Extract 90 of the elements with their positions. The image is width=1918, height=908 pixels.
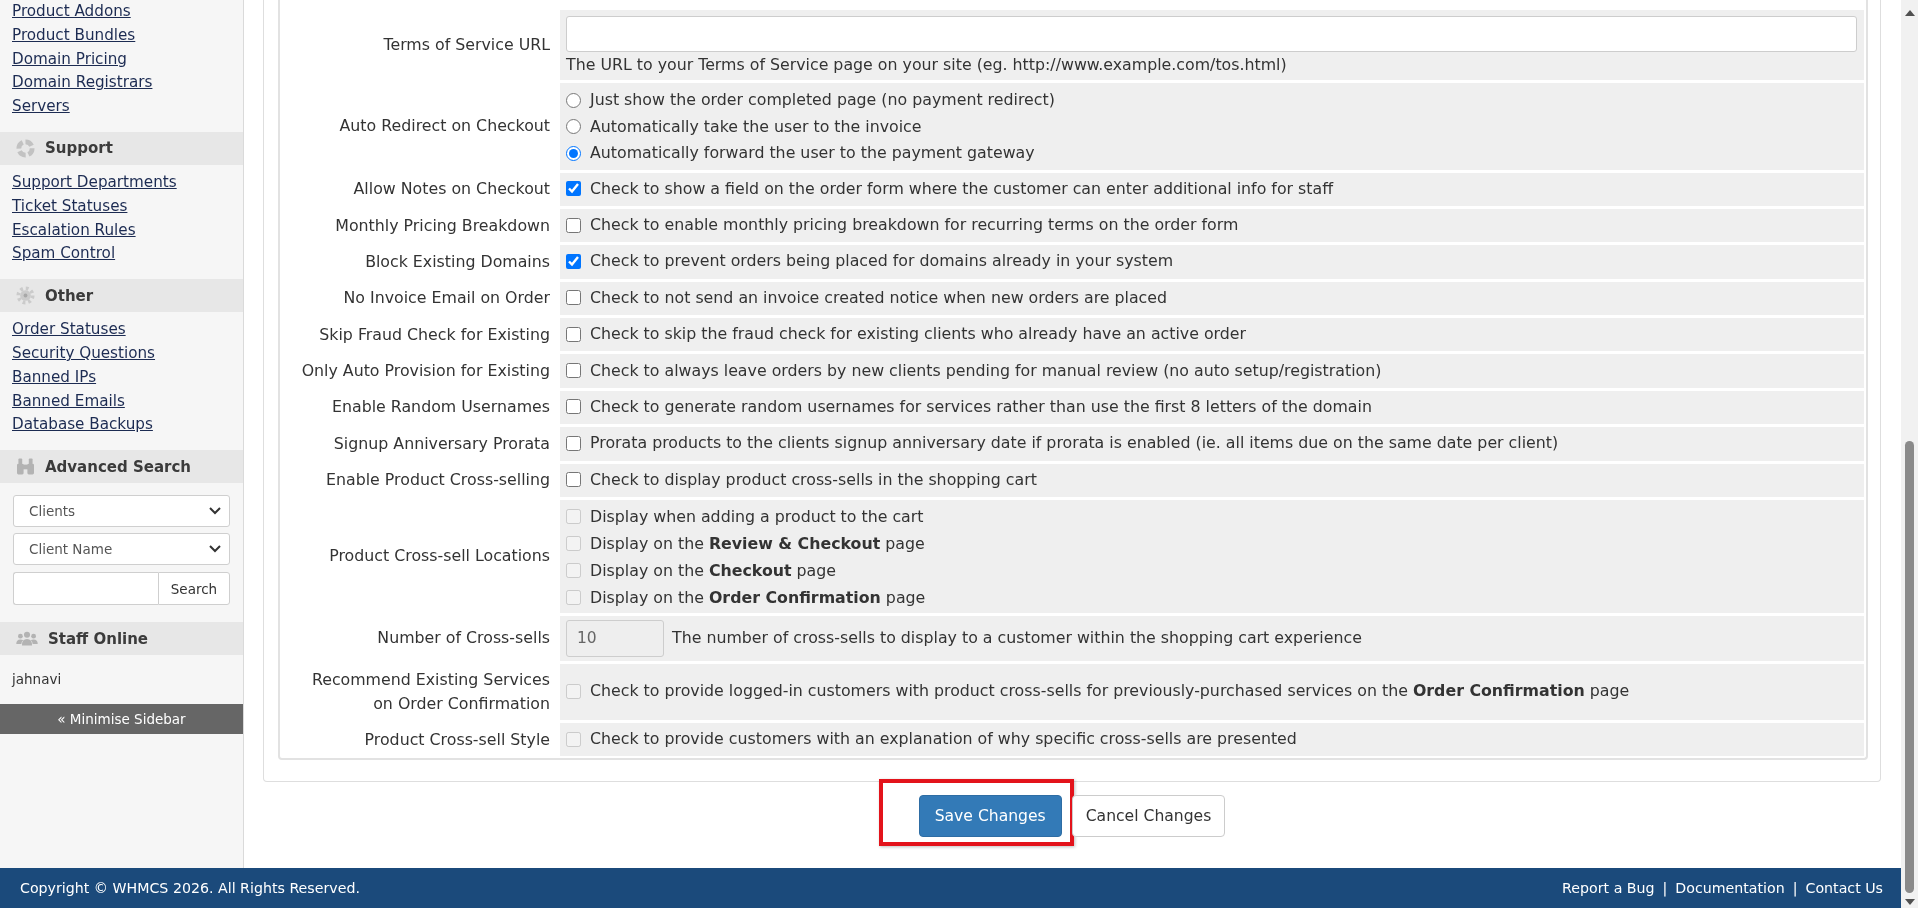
footer-link[interactable]: Contact Us [1805,880,1883,896]
scrollbar-thumb[interactable] [1905,441,1914,893]
setting-label: Block Existing Domains [365,250,550,273]
checkbox[interactable] [566,290,581,306]
section-title: Advanced Search [45,457,191,476]
checkbox[interactable] [566,326,581,342]
scrollbar[interactable] [1901,0,1918,908]
chevron-down-icon [209,545,221,554]
checkbox-label: Display on the Checkout page [590,559,837,582]
sidebar-link[interactable]: Escalation Rules [12,218,136,243]
setting-label: Only Auto Provision for Existing [301,360,550,383]
footer-link[interactable]: Documentation [1675,880,1785,896]
checkbox-label: Check to generate random usernames for services rather than use the first 8 letters of the domain [590,395,1372,418]
setting-label: Enable Product Cross-selling [326,469,550,492]
sidebar-link[interactable]: Banned Emails [12,389,125,414]
setting-label: Product Cross-sell Locations [329,545,550,568]
cancel-button[interactable]: Cancel Changes [1071,795,1226,838]
link-separator: | [1792,880,1798,896]
gear-icon [16,286,35,306]
users-icon [16,631,38,647]
checkbox-label: Check to skip the fraud check for existing clients who already have an active order [590,323,1247,346]
dropdown[interactable]: Clients [13,495,230,528]
checkbox-label: Check to not send an invoice created notice when new orders are placed [590,286,1168,309]
binoculars-icon [16,458,35,476]
sidebar-link[interactable]: Security Questions [12,341,156,366]
radio-label: Automatically take the user to the invoice [590,115,922,138]
checkbox[interactable] [566,399,581,415]
setting-label: Auto Redirect on Checkout [339,115,550,138]
setting-label: Allow Notes on Checkout [353,178,550,201]
search-field[interactable] [13,572,158,606]
sidebar-link[interactable]: Product Bundles [12,23,136,48]
section-title: Support [45,139,113,158]
sidebar-link[interactable]: Servers [12,95,70,119]
checkbox[interactable] [566,435,581,451]
search-button[interactable]: Search [158,572,230,606]
setting-label: Skip Fraud Check for Existing [319,323,550,346]
setting-label: Enable Random Usernames [332,396,550,419]
scroll-down-icon[interactable] [1904,899,1915,905]
checkbox[interactable] [566,217,581,233]
setting-label: No Invoice Email on Order [343,287,550,310]
minimise-sidebar-button[interactable]: « Minimise Sidebar [0,704,243,735]
sidebar-link[interactable]: Domain Pricing [12,47,127,72]
staff-username: jahnavi [12,670,62,690]
sidebar-link[interactable]: Domain Registrars [12,71,153,96]
radio-button[interactable] [566,119,581,135]
checkbox[interactable] [566,181,581,197]
setting-label: Number of Cross-sells [377,627,550,650]
checkbox-label: Display on the Order Confirmation page [590,586,926,609]
sidebar-link[interactable]: Support Departments [12,171,177,195]
copyright-text: Copyright © WHMCS 2026. All Rights Reserved. [20,880,360,896]
checkbox[interactable] [566,253,581,269]
scroll-up-icon[interactable] [1904,10,1915,16]
setting-label: Monthly Pricing Breakdown [335,214,550,237]
radio-button[interactable] [566,145,581,161]
sidebar-link[interactable]: Order Statuses [12,318,126,342]
checkbox-label: Check to enable monthly pricing breakdown for recurring terms on the order form [590,214,1239,237]
checkbox[interactable] [566,363,581,379]
radio-label: Automatically forward the user to the payment gateway [590,142,1035,164]
checkbox-label: Check to provide logged-in customers with product cross-sells for previously-purchased services on the Order Confirmation page [590,680,1630,703]
link-separator: | [1662,880,1668,896]
checkbox[interactable] [566,472,581,488]
setting-label: Terms of Service URL [383,34,550,56]
setting-label: Signup Anniversary Prorata [333,432,550,455]
footer-link[interactable]: Report a Bug [1562,880,1655,896]
checkbox-label: Check to always leave orders by new clients pending for manual review (no auto setup/registration) [590,359,1382,382]
section-title: Staff Online [48,629,149,648]
radio-label: Just show the order completed page (no payment redirect) [590,89,1055,111]
checkbox-label: Check to provide customers with an explanation of why specific cross-sells are presented [590,728,1297,751]
sidebar-link[interactable]: Banned IPs [12,365,97,390]
checkbox-label: Check to prevent orders being placed for domains already in your system [590,250,1174,273]
sidebar-link[interactable]: Spam Control [12,242,116,267]
sidebar-link[interactable]: Ticket Statuses [12,194,128,219]
sidebar-link[interactable]: Product Addons [12,0,131,24]
life-ring-icon [16,139,35,158]
section-title: Other [45,286,94,305]
checkbox-label: Display on the Review & Checkout page [590,532,925,555]
save-button[interactable]: Save Changes [918,795,1062,838]
input-field[interactable] [566,16,1857,52]
checkbox-label: Check to display product cross-sells in the shopping cart [590,468,1037,491]
chevron-down-icon [209,507,221,516]
checkbox-label: Display when adding a product to the cart [590,505,924,528]
setting-label: Recommend Existing Services on Order Confirmation [310,668,550,715]
radio-button[interactable] [566,92,581,108]
checkbox-label: Check to show a field on the order form where the customer can enter additional info for staff [590,177,1334,200]
checkbox-label: Prorata products to the clients signup anniversary date if prorata is enabled (ie. all items due on the same date per client) [590,432,1559,455]
setting-label: Product Cross-sell Style [364,728,550,751]
help-text: The number of cross-sells to display to a customer within the shopping cart experience [672,627,1362,650]
help-text: The URL to your Terms of Service page on your site (eg. http://www.example.com/tos.html) [566,54,1288,76]
sidebar-link[interactable]: Database Backups [12,413,153,438]
dropdown[interactable]: Client Name [13,533,230,566]
